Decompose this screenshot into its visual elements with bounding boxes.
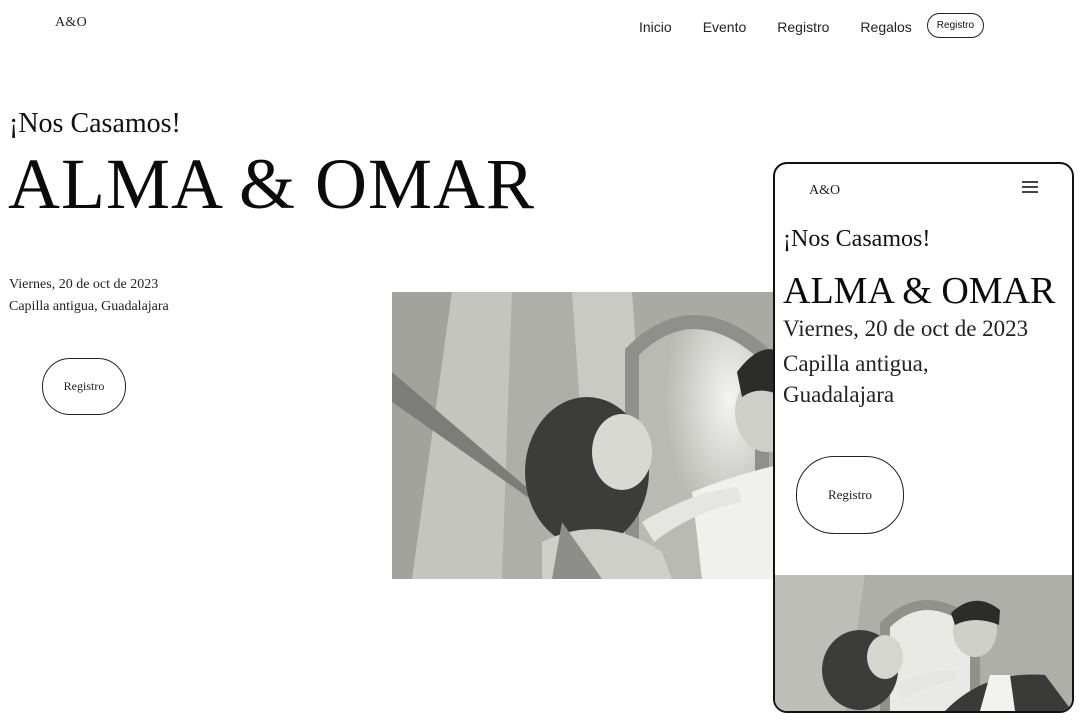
hero-names: ALMA & OMAR xyxy=(8,144,536,224)
couple-photo xyxy=(392,292,792,579)
main-nav: Inicio Evento Registro Regalos Registro xyxy=(639,13,985,38)
nav-link-regalos[interactable]: Regalos xyxy=(860,19,911,35)
nav-link-evento[interactable]: Evento xyxy=(703,19,747,35)
mobile-couple-photo xyxy=(775,575,1072,711)
mobile-pretitle: ¡Nos Casamos! xyxy=(783,226,931,252)
hero-place: Capilla antigua, Guadalajara xyxy=(9,299,169,314)
mobile-preview: A&O ¡Nos Casamos! ALMA & OMAR Viernes, 2… xyxy=(773,162,1074,713)
nav-link-inicio[interactable]: Inicio xyxy=(639,19,672,35)
hamburger-menu-icon[interactable] xyxy=(1022,181,1038,194)
nav-link-registro[interactable]: Registro xyxy=(777,19,829,35)
site-logo[interactable]: A&O xyxy=(55,15,87,31)
hero-registro-button[interactable]: Registro xyxy=(42,358,126,415)
mobile-logo[interactable]: A&O xyxy=(809,183,840,199)
hero-date: Viernes, 20 de oct de 2023 xyxy=(9,277,159,292)
hero-pretitle: ¡Nos Casamos! xyxy=(9,108,181,139)
mobile-date: Viernes, 20 de oct de 2023 xyxy=(783,316,1029,341)
mobile-names: ALMA & OMAR xyxy=(783,270,1056,312)
mobile-registro-button[interactable]: Registro xyxy=(796,456,904,534)
mobile-couple-photo-image xyxy=(775,575,1072,711)
nav-registro-button[interactable]: Registro xyxy=(926,13,985,38)
mobile-place: Capilla antigua, Guadalajara xyxy=(783,351,929,407)
couple-photo-image xyxy=(392,292,792,579)
